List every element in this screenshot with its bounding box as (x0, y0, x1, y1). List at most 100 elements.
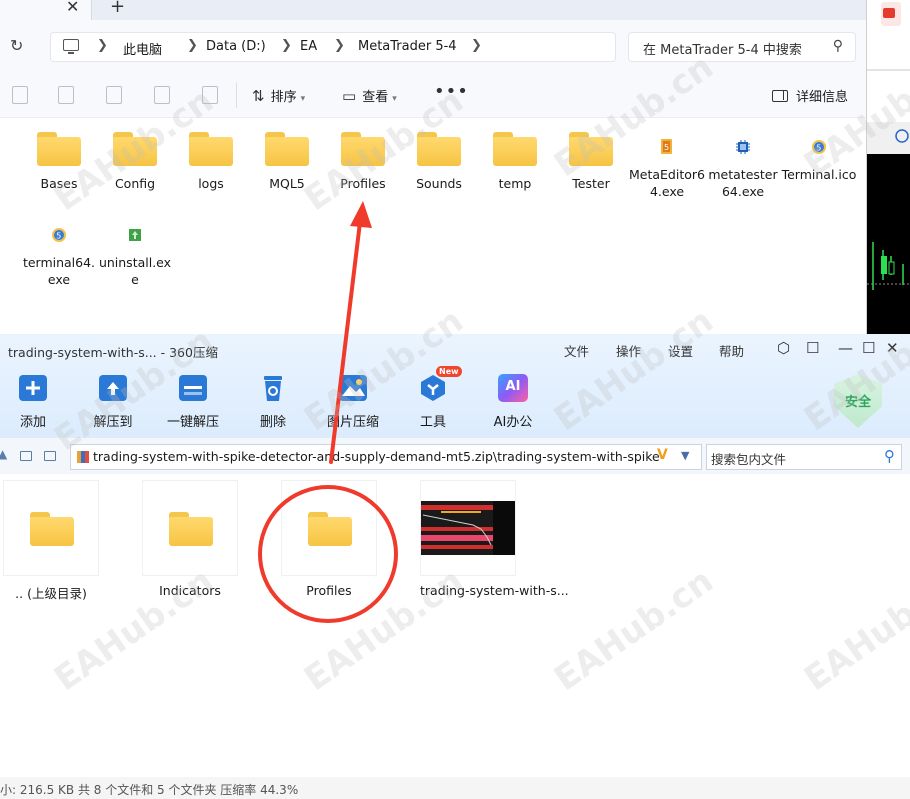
minimize-icon[interactable]: — (838, 339, 853, 357)
address-bar[interactable]: ❯ 此电脑 ❯ Data (D:) ❯ EA ❯ MetaTrader 5-4 … (50, 32, 616, 62)
folder-icon (30, 512, 74, 546)
file-item-metatester[interactable]: metatester64.exe (705, 132, 781, 200)
folder-icon (341, 132, 385, 166)
add-icon (18, 374, 48, 402)
file-name: logs (198, 176, 224, 191)
folder-icon (569, 132, 613, 166)
file-item-temp[interactable]: temp (477, 132, 553, 192)
tool-image-compress[interactable]: 图片压缩 (321, 374, 385, 430)
tool-ai-office[interactable]: AI AI办公 (481, 374, 545, 430)
up-arrow-icon[interactable]: ▲ (0, 447, 7, 461)
chevron-right-icon[interactable]: ❯ (281, 38, 292, 53)
zip-item-profiles[interactable]: Profiles (281, 480, 377, 598)
file-item-sounds[interactable]: Sounds (401, 132, 477, 192)
explorer-tab[interactable]: ✕ (0, 0, 92, 20)
breadcrumb-metatrader[interactable]: MetaTrader 5-4 (358, 39, 457, 54)
screen: ✕ + ↻ ❯ 此电脑 ❯ Data (D:) ❯ EA ❯ MetaTrade… (0, 0, 910, 799)
zip-status-bar: 小: 216.5 KB 共 8 个文件和 5 个文件夹 压缩率 44.3% (0, 777, 910, 799)
zip-item-screenshot[interactable]: trading-system-with-s... (420, 480, 569, 598)
file-item-terminal-ico[interactable]: 5 Terminal.ico (781, 132, 857, 183)
zip-path-input[interactable]: trading-system-with-spike-detector-and-s… (70, 444, 702, 470)
zip-item-tile (142, 480, 238, 576)
zip-item-name: trading-system-with-s... (420, 583, 569, 598)
zip-search-input[interactable]: 搜索包内文件 ⚲ (706, 444, 902, 470)
file-item-tester[interactable]: Tester (553, 132, 629, 192)
refresh-icon[interactable]: ↻ (10, 36, 23, 55)
skin-icon[interactable]: ⬡ (777, 339, 790, 357)
file-item-metaeditor[interactable]: 5 MetaEditor64.exe (629, 132, 705, 200)
chevron-right-icon[interactable]: ❯ (471, 38, 482, 53)
file-name: terminal64.exe (22, 255, 96, 287)
sort-icon: ⇅ (252, 87, 265, 105)
file-name: Sounds (416, 176, 462, 191)
view-button[interactable]: ▭ 查看 ▾ (342, 86, 397, 105)
explorer-tab-bar: ✕ + (0, 0, 866, 20)
rename-icon[interactable] (106, 86, 122, 104)
tool-quick-extract[interactable]: 一键解压 (161, 374, 225, 430)
tool-add[interactable]: 添加 (1, 374, 65, 430)
view-label: 查看 (362, 90, 389, 105)
chevron-right-icon[interactable]: ❯ (97, 38, 108, 53)
tool-delete[interactable]: 删除 (241, 374, 305, 430)
view-icon: ▭ (342, 87, 357, 105)
file-item-logs[interactable]: logs (173, 132, 249, 192)
more-options-button[interactable]: ••• (434, 81, 469, 102)
sort-button[interactable]: ⇅ 排序 ▾ (252, 86, 305, 105)
zip-item-tile (3, 480, 99, 576)
file-item-mql5[interactable]: MQL5 (249, 132, 325, 192)
tool-label: 一键解压 (166, 415, 219, 430)
zip-item-indicators[interactable]: Indicators (142, 480, 238, 598)
new-badge: New (436, 366, 462, 377)
zip-item-parent[interactable]: .. (上级目录) (3, 480, 99, 602)
zip-status-text: 小: 216.5 KB 共 8 个文件和 5 个文件夹 压缩率 44.3% (0, 783, 299, 797)
file-name: Tester (572, 176, 610, 191)
explorer-address-row: ↻ ❯ 此电脑 ❯ Data (D:) ❯ EA ❯ MetaTrader 5-… (0, 20, 866, 72)
menu-operation[interactable]: 操作 (616, 341, 641, 360)
search-icon[interactable]: ⚲ (884, 447, 895, 465)
copy-icon[interactable] (12, 86, 28, 104)
menu-settings[interactable]: 设置 (668, 341, 693, 360)
delete-icon (258, 374, 288, 402)
chart-thumbnail-image (421, 501, 515, 555)
file-item-profiles[interactable]: Profiles (325, 132, 401, 192)
tool-label: 工具 (419, 415, 446, 430)
maximize-icon[interactable]: ☐ (862, 339, 875, 357)
view-list-icon[interactable] (44, 451, 56, 461)
view-thumbnails-icon[interactable] (20, 451, 32, 461)
chevron-down-icon: ▾ (392, 94, 397, 104)
file-item-terminal64[interactable]: 5 terminal64.exe (21, 220, 97, 288)
breadcrumb-drive[interactable]: Data (D:) (206, 39, 266, 54)
chevron-right-icon[interactable]: ❯ (187, 38, 198, 53)
paste-icon[interactable] (58, 86, 74, 104)
explorer-toolbar: ⇅ 排序 ▾ ▭ 查看 ▾ ••• 详细信息 (0, 72, 866, 118)
feedback-icon[interactable]: ☐ (806, 339, 819, 357)
menu-file[interactable]: 文件 (564, 341, 589, 360)
security-shield-icon[interactable]: 安全 (834, 374, 882, 428)
new-tab-icon[interactable]: + (110, 0, 125, 17)
breadcrumb-this-pc[interactable]: 此电脑 (123, 39, 162, 58)
chevron-right-icon[interactable]: ❯ (334, 38, 345, 53)
tool-label: 删除 (259, 415, 286, 430)
folder-icon (169, 512, 213, 546)
folder-icon (308, 512, 352, 546)
breadcrumb-ea[interactable]: EA (300, 39, 317, 54)
search-icon: ⚲ (832, 38, 843, 54)
file-name: Profiles (340, 176, 386, 191)
toolbar-divider (236, 82, 237, 108)
tool-extract-to[interactable]: 解压到 (81, 374, 145, 430)
file-item-uninstall[interactable]: uninstall.exe (97, 220, 173, 288)
delete-icon[interactable] (202, 86, 218, 104)
menu-help[interactable]: 帮助 (719, 341, 744, 360)
file-item-config[interactable]: Config (97, 132, 173, 192)
details-pane-button[interactable]: 详细信息 (772, 86, 848, 105)
tab-close-icon[interactable]: ✕ (66, 0, 79, 16)
quick-extract-icon (178, 374, 208, 402)
chevron-down-icon[interactable]: ▼ (681, 449, 689, 462)
close-icon[interactable]: ✕ (886, 339, 899, 357)
tool-tools[interactable]: New 工具 (401, 366, 465, 430)
zip-file-icon (77, 451, 89, 463)
file-item-bases[interactable]: Bases (21, 132, 97, 192)
explorer-search-input[interactable]: 在 MetaTrader 5-4 中搜索 ⚲ (628, 32, 856, 62)
security-label: 安全 (844, 395, 871, 410)
share-icon[interactable] (154, 86, 170, 104)
